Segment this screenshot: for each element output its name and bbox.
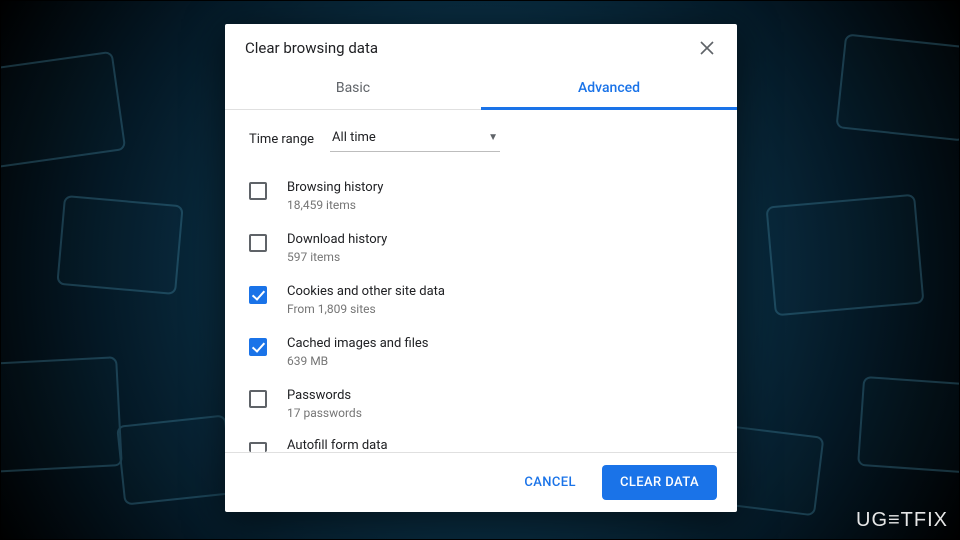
dialog-title: Clear browsing data [245,39,378,57]
item-text: Browsing history 18,459 items [287,180,383,212]
time-range-row: Time range All time ▼ [249,126,713,152]
list-item[interactable]: Cached images and files 639 MB [249,326,713,378]
checkbox-cookies[interactable] [249,286,267,304]
close-button[interactable] [697,38,717,58]
item-subtitle: 17 passwords [287,406,362,420]
list-item[interactable]: Download history 597 items [249,222,713,274]
item-title: Download history [287,232,387,247]
item-subtitle: 597 items [287,250,387,264]
checkbox-download-history[interactable] [249,234,267,252]
checkbox-cached[interactable] [249,338,267,356]
tab-basic[interactable]: Basic [225,68,481,109]
cancel-button[interactable]: CANCEL [506,465,594,500]
list-item[interactable]: Browsing history 18,459 items [249,170,713,222]
dropdown-arrow-icon: ▼ [488,132,498,143]
item-text: Download history 597 items [287,232,387,264]
checkbox-passwords[interactable] [249,390,267,408]
item-subtitle: From 1,809 sites [287,302,445,316]
item-text: Cookies and other site data From 1,809 s… [287,284,445,316]
dialog-footer: CANCEL CLEAR DATA [225,452,737,512]
item-title: Autofill form data [287,438,388,452]
list-item[interactable]: Passwords 17 passwords [249,378,713,430]
clear-browsing-data-dialog: Clear browsing data Basic Advanced Time … [225,24,737,512]
dialog-header: Clear browsing data [225,24,737,68]
checkbox-browsing-history[interactable] [249,182,267,200]
time-range-value: All time [332,130,376,145]
tab-advanced[interactable]: Advanced [481,68,737,109]
time-range-label: Time range [249,132,314,147]
close-icon [700,41,714,55]
list-item[interactable]: Autofill form data [249,430,713,452]
item-title: Passwords [287,388,362,403]
tabs: Basic Advanced [225,68,737,110]
dialog-body: Time range All time ▼ Browsing history 1… [225,110,737,452]
item-text: Autofill form data [287,440,388,452]
item-title: Browsing history [287,180,383,195]
item-text: Passwords 17 passwords [287,388,362,420]
item-title: Cookies and other site data [287,284,445,299]
item-subtitle: 18,459 items [287,198,383,212]
clear-data-button[interactable]: CLEAR DATA [602,465,717,500]
checkbox-autofill[interactable] [249,442,267,452]
item-subtitle: 639 MB [287,354,428,368]
item-title: Cached images and files [287,336,428,351]
item-text: Cached images and files 639 MB [287,336,428,368]
time-range-select[interactable]: All time ▼ [330,126,500,152]
list-item[interactable]: Cookies and other site data From 1,809 s… [249,274,713,326]
watermark-logo: UG≡TFIX [856,509,948,532]
